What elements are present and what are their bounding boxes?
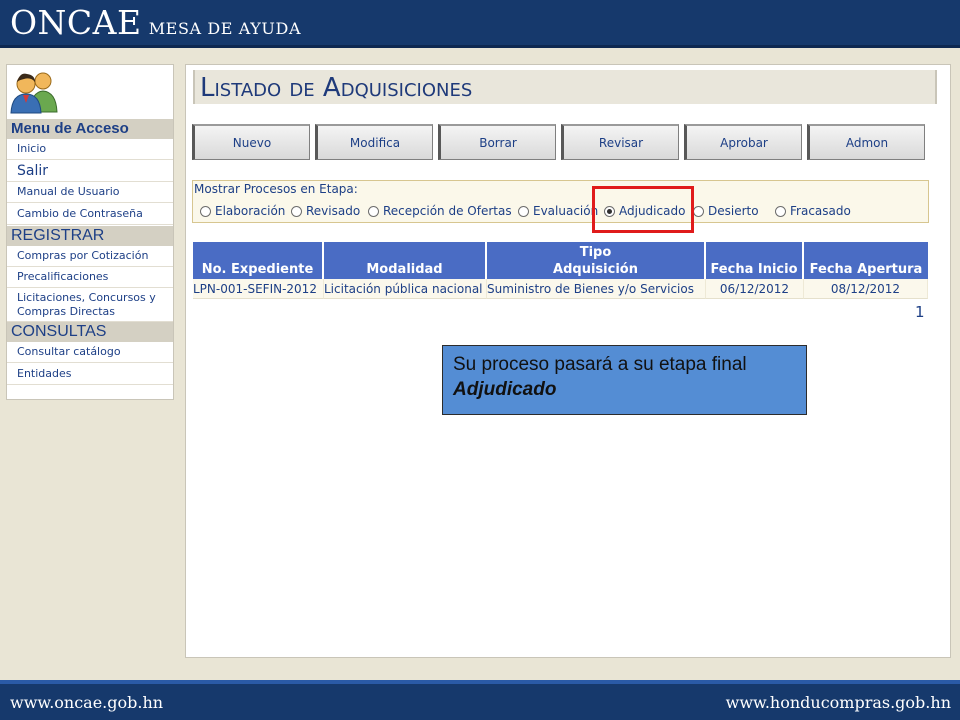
cell-tipo: Suministro de Bienes y/o Servicios [487, 279, 706, 299]
callout-line1: Su proceso pasará a su etapa final [453, 354, 747, 375]
sidebar-item-inicio[interactable]: Inicio [7, 139, 173, 160]
radio-recepcion-ofertas[interactable]: Recepción de Ofertas [368, 204, 512, 218]
stage-filter-label: Mostrar Procesos en Etapa: [194, 182, 358, 196]
sidebar-item-manual[interactable]: Manual de Usuario [7, 182, 173, 203]
radio-circle [368, 205, 379, 217]
footer-banner: www.oncae.gob.hn www.honducompras.gob.hn [0, 680, 960, 720]
revisar-button[interactable]: Revisar [561, 124, 679, 160]
radio-label: Recepción de Ofertas [383, 204, 512, 218]
modifica-button[interactable]: Modifica [315, 124, 433, 160]
cell-fecha-apertura: 08/12/2012 [804, 279, 928, 299]
logo-sub-text: MESA DE AYUDA [148, 19, 302, 38]
acquisitions-table: No. Expediente Modalidad Tipo Adquisició… [193, 242, 928, 299]
callout-line2: Adjudicado [453, 379, 557, 400]
sidebar-item-licitaciones[interactable]: Licitaciones, Concursos y Compras Direct… [7, 288, 173, 322]
sidebar: Menu de Acceso Inicio Salir Manual de Us… [6, 64, 174, 400]
radio-circle [291, 205, 302, 217]
oncae-logo: ONCAE MESA DE AYUDA [10, 3, 301, 42]
menu-section-title: Menu de Acceso [7, 119, 173, 139]
table-row[interactable]: LPN-001-SEFIN-2012 Licitación pública na… [193, 279, 928, 299]
stage-filter: Mostrar Procesos en Etapa: Elaboración R… [192, 180, 929, 223]
cell-expediente[interactable]: LPN-001-SEFIN-2012 [193, 279, 324, 299]
pager-page-1[interactable]: 1 [915, 303, 925, 321]
radio-desierto[interactable]: Desierto [693, 204, 759, 218]
sidebar-item-entidades[interactable]: Entidades [7, 363, 173, 385]
sidebar-item-cambio-contrasena[interactable]: Cambio de Contraseña [7, 203, 173, 225]
footer-link-honducompras[interactable]: www.honducompras.gob.hn [726, 693, 951, 712]
borrar-button[interactable]: Borrar [438, 124, 556, 160]
radio-circle [693, 205, 704, 217]
table-header-row: No. Expediente Modalidad Tipo Adquisició… [193, 242, 928, 279]
top-banner: ONCAE MESA DE AYUDA [0, 0, 960, 48]
highlight-box [592, 186, 694, 233]
page-title: Listado de Adquisiciones [200, 73, 473, 103]
sidebar-item-consultar-catalogo[interactable]: Consultar catálogo [7, 342, 173, 363]
radio-evaluacion[interactable]: Evaluación [518, 204, 598, 218]
radio-revisado[interactable]: Revisado [291, 204, 360, 218]
logo-main-text: ONCAE [10, 3, 142, 42]
col-header-tipo-line2: Adquisición [553, 262, 638, 277]
sidebar-item-compras-cotizacion[interactable]: Compras por Cotización [7, 246, 173, 267]
main-content: Listado de Adquisiciones Nuevo Modifica … [185, 64, 951, 658]
radio-label: Revisado [306, 204, 361, 218]
radio-label: Evaluación [533, 204, 599, 218]
nuevo-button[interactable]: Nuevo [192, 124, 310, 160]
col-header-modalidad[interactable]: Modalidad [324, 242, 487, 279]
radio-label: Elaboración [215, 204, 286, 218]
radio-label: Desierto [708, 204, 759, 218]
sidebar-item-precalificaciones[interactable]: Precalificaciones [7, 267, 173, 288]
radio-circle [775, 205, 786, 217]
cell-fecha-inicio: 06/12/2012 [706, 279, 804, 299]
callout-box: Su proceso pasará a su etapa final Adjud… [442, 345, 807, 415]
title-bar: Listado de Adquisiciones [193, 70, 937, 104]
radio-label: Fracasado [790, 204, 851, 218]
sidebar-item-salir[interactable]: Salir [7, 160, 173, 182]
col-header-fecha-inicio[interactable]: Fecha Inicio [706, 242, 804, 279]
register-section-title: REGISTRAR [7, 226, 173, 246]
radio-elaboracion[interactable]: Elaboración [200, 204, 285, 218]
consult-section-title: CONSULTAS [7, 322, 173, 342]
radio-circle [200, 205, 211, 217]
users-icon [10, 72, 58, 114]
col-header-tipo[interactable]: Tipo Adquisición [487, 242, 706, 279]
radio-circle [518, 205, 529, 217]
cell-modalidad: Licitación pública nacional [324, 279, 487, 299]
col-header-fecha-apertura[interactable]: Fecha Apertura [804, 242, 928, 279]
aprobar-button[interactable]: Aprobar [684, 124, 802, 160]
footer-link-oncae[interactable]: www.oncae.gob.hn [10, 693, 163, 712]
admon-button[interactable]: Admon [807, 124, 925, 160]
radio-fracasado[interactable]: Fracasado [775, 204, 851, 218]
col-header-tipo-line1: Tipo [579, 245, 612, 260]
col-header-expediente[interactable]: No. Expediente [193, 242, 324, 279]
